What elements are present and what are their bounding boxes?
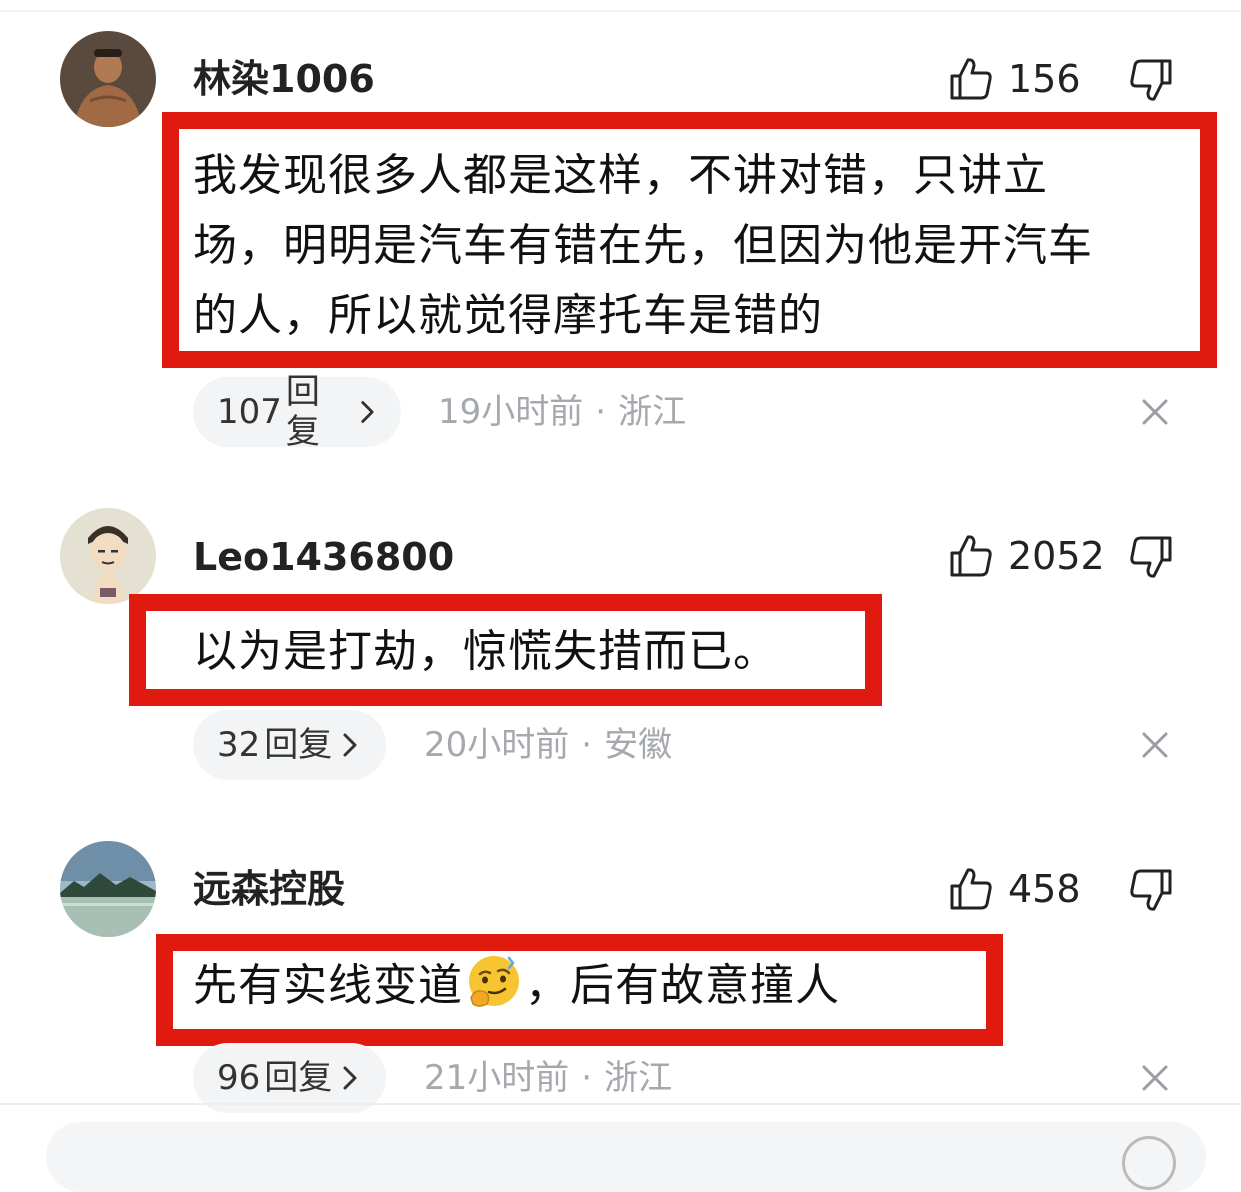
reply-label: 回复: [264, 725, 333, 765]
like-button[interactable]: 2052: [948, 531, 1105, 581]
comment-text-line: 场，明明是汽车有错在先，但因为他是开汽车: [193, 220, 1093, 271]
meta-separator: ·: [581, 725, 593, 765]
like-button[interactable]: 156: [948, 54, 1081, 104]
like-count: 156: [1008, 57, 1081, 101]
location: 浙江: [618, 392, 687, 432]
timestamp: 20小时前: [424, 725, 570, 765]
reply-button[interactable]: 107 回复: [193, 372, 401, 452]
comment-text: 以为是打劫，惊慌失措而已。: [193, 617, 778, 687]
emoji-icon[interactable]: [1122, 1136, 1176, 1190]
dismiss-button[interactable]: [1140, 1063, 1170, 1093]
comment-text-part: 先有实线变道: [193, 960, 463, 1011]
like-count: 458: [1008, 867, 1081, 911]
comment-text-line: 以为是打劫，惊慌失措而已。: [193, 626, 778, 677]
thumbs-down-icon: [1130, 869, 1172, 911]
reply-count: 107: [217, 392, 282, 432]
comment-text: 我发现很多人都是这样，不讲对错，只讲立 场，明明是汽车有错在先，但因为他是开汽车…: [193, 141, 1093, 351]
meta-separator: ·: [595, 392, 607, 432]
like-count: 2052: [1008, 534, 1105, 578]
thinking-smirk-emoji-icon: [469, 956, 519, 1007]
dislike-button[interactable]: [1128, 867, 1174, 913]
reply-count: 32: [217, 725, 261, 765]
location: 安徽: [604, 725, 673, 765]
thumbs-down-icon: [1130, 536, 1172, 578]
thumbs-down-icon: [1130, 59, 1172, 101]
timestamp: 19小时前: [438, 392, 584, 432]
comment-input-bar[interactable]: [46, 1122, 1206, 1192]
comment-text: 先有实线变道 ，后有故意撞人: [193, 951, 840, 1021]
chevron-right-icon: [343, 1066, 357, 1090]
location: 浙江: [604, 1058, 673, 1098]
chevron-right-icon: [361, 401, 374, 423]
close-icon: [1142, 732, 1168, 758]
reply-label: 回复: [285, 372, 320, 452]
top-divider: [0, 10, 1241, 12]
bottom-divider: [0, 1103, 1241, 1105]
timestamp: 21小时前: [424, 1058, 570, 1098]
close-icon: [1142, 1065, 1168, 1091]
thumbs-up-icon: [950, 535, 992, 577]
thumbs-up-icon: [950, 58, 992, 100]
avatar[interactable]: [60, 841, 156, 937]
dismiss-button[interactable]: [1140, 730, 1170, 760]
chevron-right-icon: [343, 733, 357, 757]
close-icon: [1142, 399, 1168, 425]
comment-text-line: 我发现很多人都是这样，不讲对错，只讲立: [193, 150, 1048, 201]
comment-meta: 21小时前 · 浙江: [424, 1058, 672, 1098]
username[interactable]: 远森控股: [193, 866, 345, 912]
dislike-button[interactable]: [1128, 57, 1174, 103]
reply-count: 96: [217, 1058, 261, 1098]
avatar[interactable]: [60, 508, 156, 604]
username[interactable]: 林染1006: [193, 56, 375, 102]
comment-text-part: ，后有故意撞人: [525, 960, 840, 1011]
dislike-button[interactable]: [1128, 534, 1174, 580]
thumbs-up-icon: [950, 868, 992, 910]
avatar[interactable]: [60, 31, 156, 127]
comment-meta: 20小时前 · 安徽: [424, 725, 672, 765]
meta-separator: ·: [581, 1058, 593, 1098]
like-button[interactable]: 458: [948, 864, 1081, 914]
username[interactable]: Leo1436800: [193, 534, 454, 580]
comment-text-line: 的人，所以就觉得摩托车是错的: [193, 290, 823, 341]
comment-meta: 19小时前 · 浙江: [438, 392, 686, 432]
reply-button[interactable]: 32 回复: [193, 710, 386, 780]
dismiss-button[interactable]: [1140, 397, 1170, 427]
reply-label: 回复: [264, 1058, 333, 1098]
